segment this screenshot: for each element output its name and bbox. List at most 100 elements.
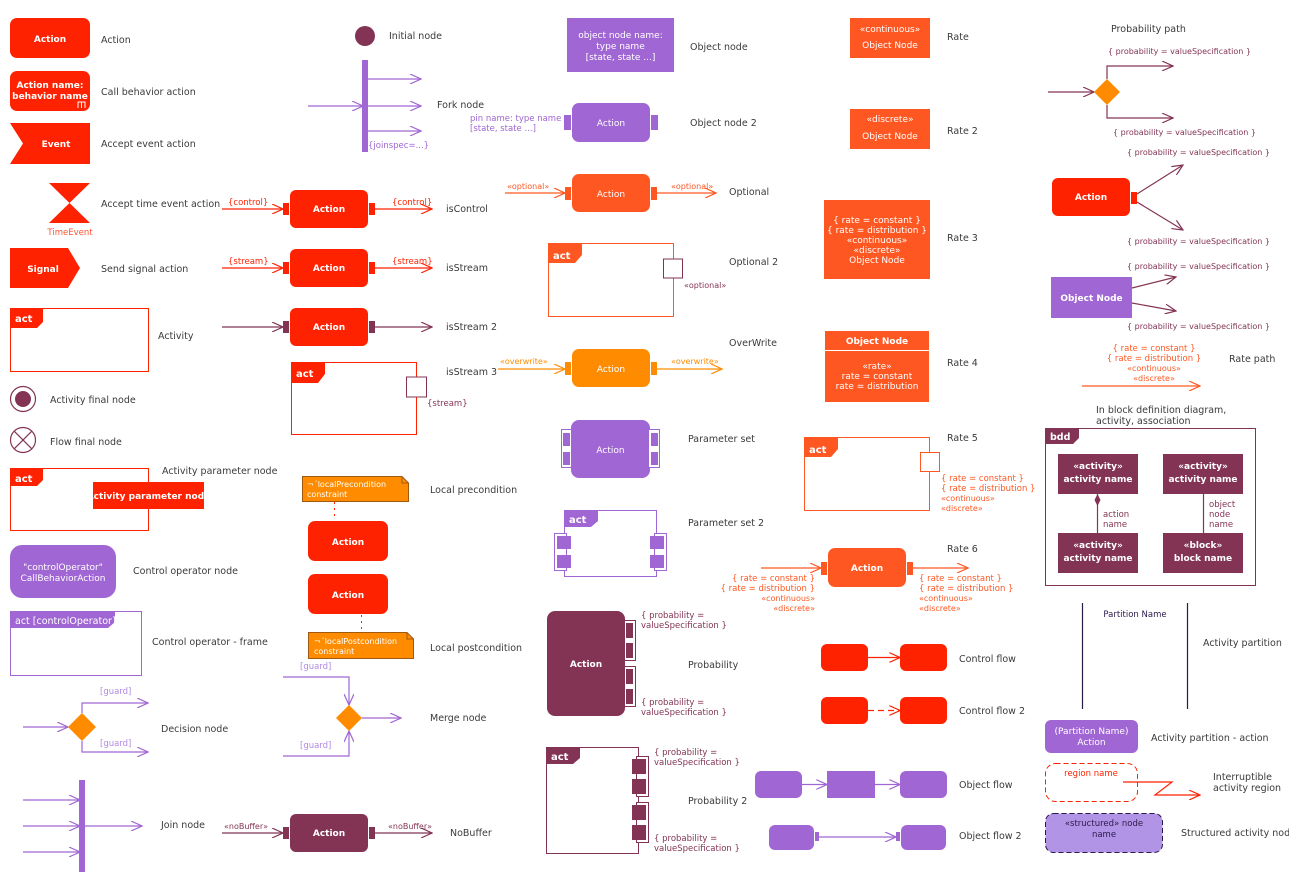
- param-pin[interactable]: [651, 452, 658, 465]
- decision-diamond[interactable]: [1094, 79, 1120, 105]
- bdd-frame[interactable]: bdd «activity» activity name «activity» …: [1045, 428, 1256, 586]
- structured-activity-node[interactable]: «structured» node name: [1045, 813, 1163, 853]
- input-pin[interactable]: [283, 827, 289, 839]
- target-action[interactable]: [900, 771, 947, 798]
- input-pin[interactable]: [821, 562, 827, 575]
- control-operator-frame[interactable]: act [controlOperator]: [10, 611, 142, 676]
- optional2-frame[interactable]: act «optional»: [548, 243, 727, 317]
- rate4-shape[interactable]: Object Node «rate» rate = constant rate …: [825, 331, 929, 402]
- control-flow-group[interactable]: [821, 644, 947, 671]
- rate5-frame[interactable]: act { rate = constant } { rate = distrib…: [804, 437, 1036, 514]
- merge-node-group[interactable]: [guard] [guard]: [283, 662, 401, 757]
- parameter-pin[interactable]: [920, 452, 940, 472]
- rate-path-group[interactable]: { rate = constant } { rate = distributio…: [1082, 344, 1201, 386]
- probability-object-group[interactable]: Object Node { probability = valueSpecifi…: [1051, 262, 1270, 331]
- param-pin[interactable]: [651, 433, 658, 446]
- target-action[interactable]: [900, 644, 947, 671]
- activity-final-node[interactable]: [9, 385, 37, 413]
- param-pin[interactable]: [650, 536, 664, 549]
- param-pin[interactable]: [632, 825, 646, 840]
- decision-diamond[interactable]: [68, 713, 96, 741]
- local-postcondition-group[interactable]: Action ¬´localPostcondition constraint: [308, 574, 414, 659]
- output-pin[interactable]: [369, 203, 375, 215]
- send-signal-shape-group[interactable]: Signal: [10, 248, 80, 288]
- param-pin[interactable]: [632, 779, 646, 794]
- input-pin[interactable]: [564, 115, 571, 130]
- input-pin[interactable]: [283, 262, 289, 274]
- parameter-pin[interactable]: [406, 376, 427, 398]
- activity-partition[interactable]: Partition Name: [1081, 603, 1189, 709]
- object-node2-group[interactable]: pin name: type name [state, state ...] A…: [470, 103, 658, 142]
- parameter-pin[interactable]: [663, 258, 683, 279]
- param-pin[interactable]: [632, 759, 646, 774]
- param-pin[interactable]: [563, 433, 570, 446]
- object-node-shape[interactable]: object node name: type name [state, stat…: [567, 18, 674, 72]
- overwrite-group[interactable]: «overwrite» Action «overwrite»: [498, 349, 722, 387]
- bdd-block-activity-bl[interactable]: [1058, 533, 1138, 573]
- bdd-block-activity-tl[interactable]: [1058, 454, 1138, 494]
- output-pin[interactable]: [626, 669, 633, 684]
- input-pin[interactable]: [283, 203, 289, 215]
- partition-action[interactable]: (Partition Name) Action: [1045, 720, 1138, 753]
- interruptible-region[interactable]: region name: [1045, 763, 1201, 802]
- target-action[interactable]: [901, 825, 946, 850]
- output-pin[interactable]: [907, 562, 913, 575]
- param-pin[interactable]: [557, 555, 571, 568]
- fork-node-group[interactable]: {joinspec=...}: [308, 60, 429, 152]
- output-pin[interactable]: [651, 362, 657, 375]
- param-pin[interactable]: [557, 536, 571, 549]
- source-action[interactable]: [769, 825, 814, 850]
- output-pin[interactable]: [651, 187, 657, 200]
- input-pin[interactable]: [565, 187, 571, 200]
- action-shape-group[interactable]: Action: [10, 18, 90, 58]
- accept-time-shape-group[interactable]: TimeEvent: [46, 183, 93, 238]
- input-pin[interactable]: [896, 832, 900, 841]
- output-pin[interactable]: [369, 321, 375, 333]
- probability-action-group[interactable]: Action { probability = valueSpecificatio…: [1052, 148, 1270, 246]
- accept-event-shape-group[interactable]: Event: [10, 123, 90, 164]
- control-operator-node[interactable]: "controlOperator" CallBehaviorAction: [10, 545, 116, 598]
- join-node-group[interactable]: [23, 780, 142, 872]
- output-pin[interactable]: [626, 623, 633, 638]
- parameter-set-group[interactable]: Action: [561, 420, 660, 478]
- rate6-group[interactable]: Action { rate = constant } { rate = dist…: [721, 548, 1014, 613]
- object-node[interactable]: [827, 771, 875, 798]
- local-precondition-group[interactable]: ¬´localPrecondition constraint Action: [302, 476, 409, 562]
- parameter-set2-frame[interactable]: act: [554, 510, 667, 577]
- bdd-block-activity-tr[interactable]: [1163, 454, 1243, 494]
- rate3-shape[interactable]: { rate = constant } { rate = distributio…: [824, 200, 930, 279]
- object-flow2-group[interactable]: [769, 825, 946, 850]
- target-action[interactable]: [900, 697, 947, 724]
- object-flow-group[interactable]: [755, 771, 947, 798]
- control-flow2-group[interactable]: [821, 697, 947, 724]
- source-action[interactable]: [821, 697, 868, 724]
- is-stream-group[interactable]: {stream} Action {stream}: [222, 249, 433, 287]
- fork-bar[interactable]: [362, 60, 368, 152]
- param-pin[interactable]: [650, 555, 664, 568]
- source-action[interactable]: [821, 644, 868, 671]
- is-stream2-group[interactable]: Action: [222, 308, 432, 346]
- no-buffer-group[interactable]: «noBuffer» Action «noBuffer»: [222, 814, 432, 852]
- activity-param-frame[interactable]: act Activity parameter node: [10, 468, 211, 531]
- output-pin[interactable]: [651, 115, 658, 130]
- output-pin[interactable]: [626, 689, 633, 704]
- bdd-block-block-br[interactable]: [1163, 533, 1243, 573]
- probability-path-group[interactable]: { probability = valueSpecification } { p…: [1048, 47, 1256, 137]
- rate2-shape[interactable]: «discrete» Object Node: [850, 109, 930, 149]
- decision-node-group[interactable]: [guard] [guard]: [23, 687, 148, 752]
- is-control-group[interactable]: {control} Action {control}: [222, 190, 432, 228]
- is-stream3-frame[interactable]: act {stream}: [291, 362, 468, 435]
- output-pin[interactable]: [369, 827, 375, 839]
- output-pin[interactable]: [815, 832, 819, 841]
- param-pin[interactable]: [563, 452, 570, 465]
- output-pin[interactable]: [1131, 192, 1137, 204]
- input-pin[interactable]: [283, 321, 289, 333]
- merge-diamond[interactable]: [336, 705, 362, 731]
- optional-group[interactable]: «optional» Action «optional»: [505, 174, 716, 212]
- output-pin[interactable]: [626, 643, 633, 658]
- source-action[interactable]: [755, 771, 802, 798]
- activity-frame[interactable]: act: [10, 308, 149, 372]
- flow-final-node[interactable]: [9, 426, 37, 454]
- param-pin[interactable]: [632, 805, 646, 820]
- output-pin[interactable]: [369, 262, 375, 274]
